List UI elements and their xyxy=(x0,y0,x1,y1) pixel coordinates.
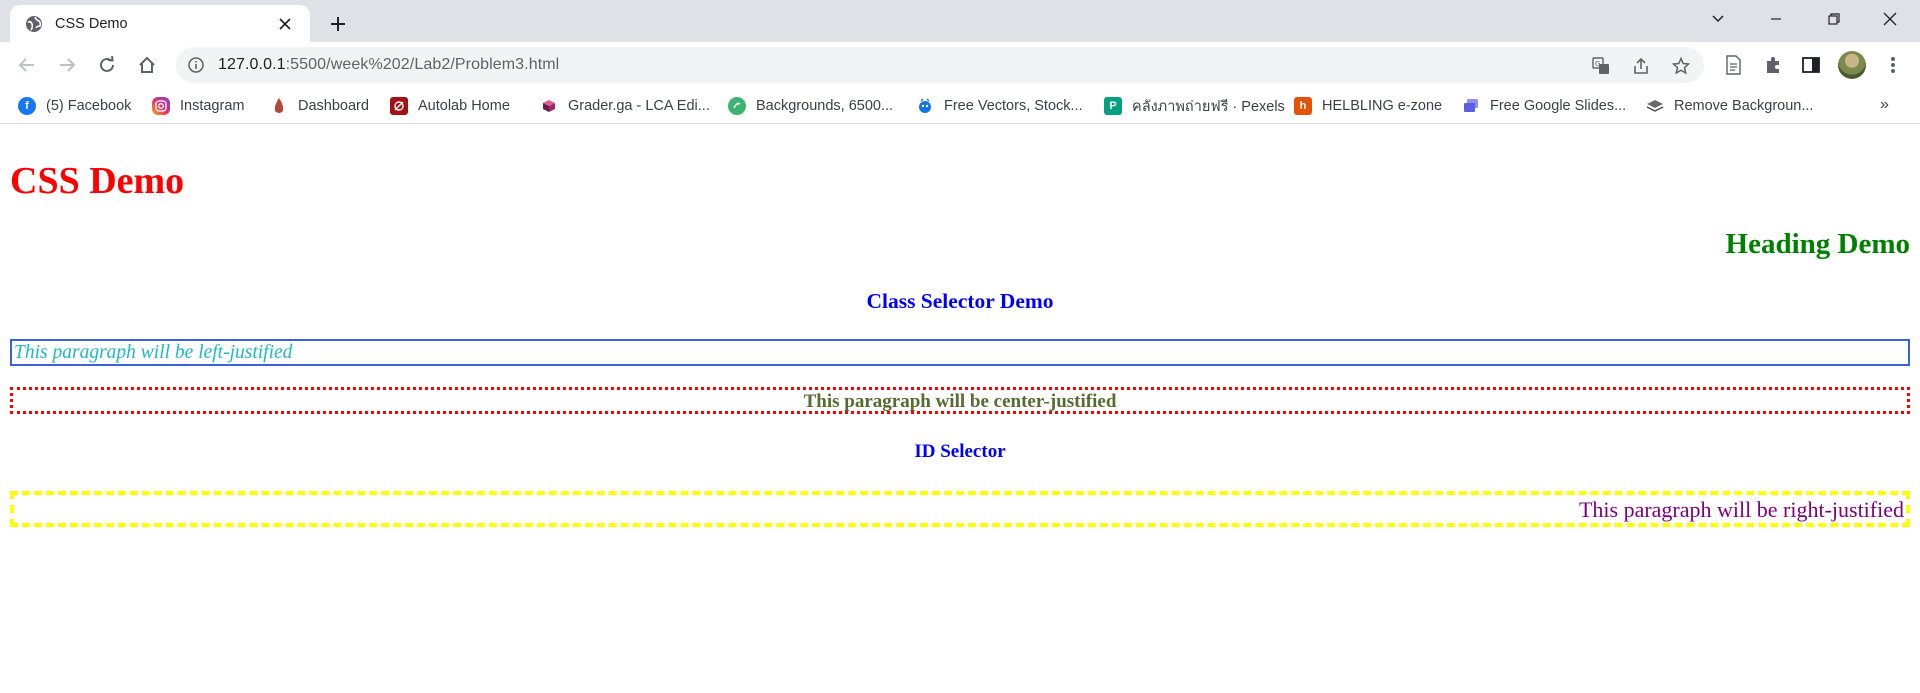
right-justified-paragraph: This paragraph will be right-justified xyxy=(10,491,1910,527)
bookmark-label: Grader.ga - LCA Edi... xyxy=(568,98,710,114)
browser-tab[interactable]: CSS Demo xyxy=(10,5,310,42)
bookmarks-bar: f (5) Facebook Instagram Dashboard Autol… xyxy=(0,88,1920,124)
pexels-icon: P xyxy=(1104,97,1122,115)
bookmark-label: Instagram xyxy=(180,98,245,114)
home-icon[interactable] xyxy=(132,50,162,80)
bookmark-grader[interactable]: Grader.ga - LCA Edi... xyxy=(540,95,710,117)
bookmark-backgrounds[interactable]: Backgrounds, 6500... xyxy=(728,95,893,117)
removebg-icon xyxy=(1646,97,1664,115)
address-bar[interactable]: 127.0.0.1:5500/week%202/Lab2/Problem3.ht… xyxy=(176,47,1704,83)
left-justified-paragraph: This paragraph will be left-justified xyxy=(10,339,1910,366)
bookmark-label: คลังภาพถ่ายฟรี · Pexels xyxy=(1132,98,1285,115)
globe-icon xyxy=(25,15,43,33)
page-title: CSS Demo xyxy=(10,160,185,202)
autolab-icon xyxy=(390,97,408,115)
helbling-icon: h xyxy=(1294,97,1312,115)
slides-icon xyxy=(1462,97,1480,115)
info-icon[interactable] xyxy=(186,55,206,75)
bookmark-label: Autolab Home xyxy=(418,98,510,114)
restore-icon[interactable] xyxy=(1810,0,1858,38)
bookmark-label: (5) Facebook xyxy=(46,98,132,114)
menu-dots-icon[interactable] xyxy=(1882,54,1904,76)
facebook-icon: f xyxy=(18,97,36,115)
forward-arrow-icon[interactable] xyxy=(52,50,82,80)
bookmark-facebook[interactable]: f (5) Facebook xyxy=(18,95,131,117)
heading-demo: Heading Demo xyxy=(1725,228,1910,260)
tab-title: CSS Demo xyxy=(55,15,128,32)
dashboard-icon xyxy=(270,97,288,115)
more-bookmarks-icon[interactable]: » xyxy=(1880,96,1889,114)
grader-icon xyxy=(540,97,558,115)
backgrounds-icon xyxy=(728,97,746,115)
star-icon[interactable] xyxy=(1670,55,1692,77)
bookmark-label: HELBLING e-zone xyxy=(1322,98,1443,114)
bookmark-label: Free Vectors, Stock... xyxy=(944,98,1083,114)
tab-search-icon[interactable] xyxy=(1694,0,1742,38)
toolbar: 127.0.0.1:5500/week%202/Lab2/Problem3.ht… xyxy=(0,42,1920,88)
share-icon[interactable] xyxy=(1630,55,1652,77)
bookmark-label: Remove Backgroun... xyxy=(1674,98,1814,114)
instagram-icon xyxy=(152,97,170,115)
back-arrow-icon[interactable] xyxy=(12,50,42,80)
url-path: :5500/week%202/Lab2/Problem3.html xyxy=(285,56,560,73)
extensions-icon[interactable] xyxy=(1762,54,1784,76)
close-icon[interactable] xyxy=(274,13,296,35)
bookmark-label: Free Google Slides... xyxy=(1490,98,1627,114)
bookmark-helbling[interactable]: h HELBLING e-zone xyxy=(1294,95,1442,117)
center-justified-paragraph: This paragraph will be center-justified xyxy=(10,387,1910,414)
bookmark-slides[interactable]: Free Google Slides... xyxy=(1462,95,1626,117)
svg-text:G: G xyxy=(1595,60,1600,68)
id-selector-heading: ID Selector xyxy=(914,441,1006,462)
minimize-icon[interactable] xyxy=(1752,0,1800,38)
bookmark-autolab[interactable]: Autolab Home xyxy=(390,95,510,117)
reading-mode-icon[interactable] xyxy=(1722,54,1744,76)
class-selector-heading: Class Selector Demo xyxy=(866,289,1054,313)
profile-avatar[interactable] xyxy=(1838,51,1866,79)
new-tab-button[interactable] xyxy=(324,10,352,38)
translate-icon[interactable]: G xyxy=(1590,55,1612,77)
url-text: 127.0.0.1:5500/week%202/Lab2/Problem3.ht… xyxy=(218,56,559,74)
bookmark-freepik[interactable]: Free Vectors, Stock... xyxy=(916,95,1083,117)
side-panel-icon[interactable] xyxy=(1800,54,1822,76)
bookmark-dashboard[interactable]: Dashboard xyxy=(270,95,369,117)
bookmark-label: Backgrounds, 6500... xyxy=(756,98,894,114)
page-content: CSS Demo Heading Demo Class Selector Dem… xyxy=(0,125,1920,693)
close-window-icon[interactable] xyxy=(1866,0,1914,38)
bookmark-pexels[interactable]: P คลังภาพถ่ายฟรี · Pexels xyxy=(1104,95,1285,117)
reload-icon[interactable] xyxy=(92,50,122,80)
bookmark-label: Dashboard xyxy=(298,98,369,114)
tab-strip: CSS Demo xyxy=(0,0,1920,42)
freepik-icon xyxy=(916,97,934,115)
url-host: 127.0.0.1 xyxy=(218,56,286,73)
bookmark-removebg[interactable]: Remove Backgroun... xyxy=(1646,95,1813,117)
bookmark-instagram[interactable]: Instagram xyxy=(152,95,244,117)
